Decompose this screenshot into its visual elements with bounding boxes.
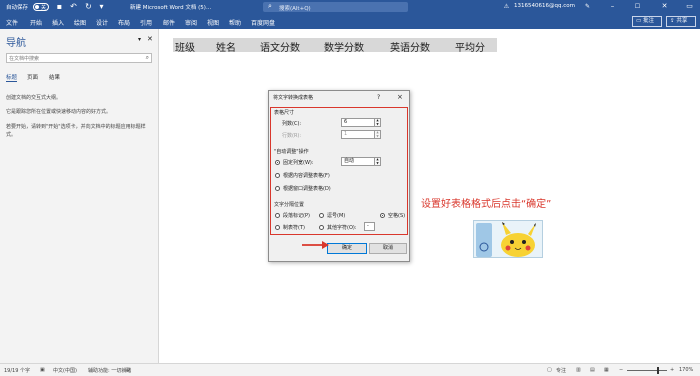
comment-icon: ▭ [636,18,642,24]
menu-help[interactable]: 帮助 [229,18,241,27]
comment-button[interactable]: ▭ 批注 [632,16,662,27]
autosave-toggle[interactable]: 关 [33,3,49,11]
header-cell: 平均分 [455,43,485,54]
menu-bar: 文件 开始 插入 绘图 设计 布局 引用 邮件 审阅 视图 帮助 百度网盘 ▭ … [0,14,700,29]
menu-mailings[interactable]: 邮件 [163,18,175,27]
header-cell: 英语分数 [390,43,430,54]
active-tab-underline [6,81,17,82]
focus-mode[interactable]: 专注 [556,367,566,374]
share-button[interactable]: ⇪ 共享 [666,16,696,27]
menu-design[interactable]: 设计 [96,18,108,27]
nav-hint-2: 它是跟踪您所在位置或快速移动内容的好方式。 [6,109,112,115]
language[interactable]: 中文(中国) [53,367,77,374]
search-box[interactable]: ⌕ 搜索(Alt+Q) [263,2,408,12]
status-bar: 19/19 个字 ▣ 中文(中国) 辅助功能: 一切就绪 ▤ ▢ 专注 ▥ ▤ … [0,363,700,376]
menu-file[interactable]: 文件 [6,18,18,27]
close-icon[interactable]: ✕ [660,2,669,11]
customize-icon[interactable]: ▾ [97,2,106,11]
zoom-in-icon[interactable]: + [670,367,674,373]
nav-search-input[interactable]: 在文档中搜索 ⌕ [6,53,152,63]
nav-search-placeholder: 在文档中搜索 [9,56,40,62]
pikachu-image [476,222,536,257]
title-bar: 自动保存 关 ▪ ↶ ↻ ▾ 新建 Microsoft Word 文档 (5).… [0,0,700,14]
nav-dropdown-icon[interactable]: ▾ [138,36,141,43]
nav-hint-1: 创建文档的交互式大纲。 [6,95,62,101]
read-mode-icon[interactable]: ▥ [576,367,581,373]
zoom-level[interactable]: 170% [679,367,693,373]
search-icon[interactable]: ⌕ [146,54,149,62]
warning-icon: ⚠ [503,3,510,10]
header-cell: 数学分数 [324,43,364,54]
share-icon: ⇪ [670,18,675,24]
proofing-icon[interactable]: ▣ [40,367,45,373]
menu-insert[interactable]: 插入 [52,18,64,27]
annotation-text: 设置好表格格式后点击“确定” [421,199,552,210]
header-cell: 语文分数 [260,43,300,54]
menu-references[interactable]: 引用 [140,18,152,27]
nav-hint-3: 若要开始，请转到"开始"选项卡，并向文档中的标题应用标题样式。 [6,124,146,138]
share-label: 共享 [676,18,688,24]
search-icon: ⌕ [268,2,272,10]
zoom-slider-thumb[interactable] [657,367,659,374]
dialog-title: 将文字转换成表格 [273,95,314,101]
menu-layout[interactable]: 布局 [118,18,130,27]
table-header-text: 班级 姓名 语文分数 数学分数 英语分数 平均分 [173,38,497,54]
pikachu-sticker [473,220,543,258]
track-icon[interactable]: ▤ [125,367,130,373]
menu-baidu-netdisk[interactable]: 百度网盘 [251,18,275,27]
pen-icon[interactable]: ✎ [583,2,592,11]
ribbon-display-icon[interactable]: ▭ [685,2,694,11]
search-placeholder: 搜索(Alt+Q) [279,5,311,12]
nav-close-icon[interactable]: ✕ [147,35,153,43]
highlight-box [270,107,408,235]
undo-icon[interactable]: ↶ [69,2,78,11]
autosave-label: 自动保存 [6,5,29,11]
nav-tab-pages[interactable]: 页面 [27,73,38,81]
header-cell: 姓名 [216,43,236,54]
account-email[interactable]: 1316540616@qq.com [514,3,575,9]
cancel-button[interactable]: 取消 [369,243,407,254]
autosave-toggle-label: 关 [41,4,47,11]
zoom-slider[interactable] [627,367,667,374]
arrow-icon [302,241,329,249]
redo-icon[interactable]: ↻ [84,2,93,11]
help-icon[interactable]: ? [377,94,380,101]
maximize-icon[interactable]: ☐ [633,2,642,11]
nav-title: 导航 [6,38,26,49]
menu-view[interactable]: 视图 [207,18,219,27]
save-icon[interactable]: ▪ [55,2,64,11]
close-icon[interactable]: × [397,93,403,101]
focus-icon[interactable]: ▢ [547,367,552,373]
nav-tab-results[interactable]: 结果 [49,73,60,81]
nav-tab-headings[interactable]: 标题 [6,73,17,81]
zoom-out-icon[interactable]: − [619,367,623,373]
menu-draw[interactable]: 绘图 [74,18,86,27]
print-layout-icon[interactable]: ▤ [590,367,595,373]
document-title: 新建 Microsoft Word 文档 (5)... [130,5,212,11]
header-cell: 班级 [175,43,195,54]
menu-review[interactable]: 审阅 [185,18,197,27]
web-layout-icon[interactable]: ▦ [604,367,609,373]
navigation-pane: 导航 ▾ ✕ 在文档中搜索 ⌕ 标题 页面 结果 创建文档的交互式大纲。 它是跟… [0,29,159,363]
menu-home[interactable]: 开始 [30,18,42,27]
word-count[interactable]: 19/19 个字 [4,367,30,374]
minimize-icon[interactable]: – [608,2,617,11]
comment-label: 批注 [642,18,654,24]
ok-button[interactable]: 确定 [327,243,367,254]
